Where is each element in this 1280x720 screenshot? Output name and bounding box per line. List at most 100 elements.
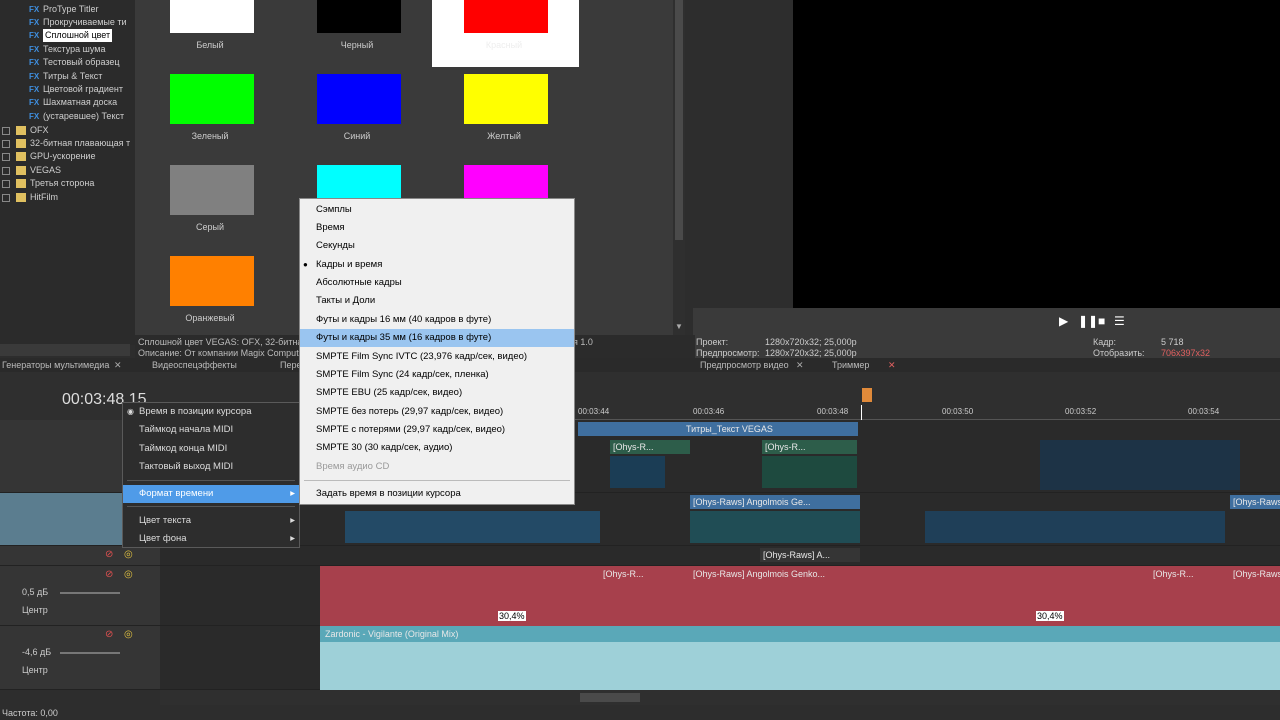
submenu-arrow-icon: ▸	[290, 488, 295, 499]
swatch-yellow[interactable]	[464, 74, 548, 124]
expand-icon[interactable]	[2, 126, 10, 135]
solo-icon[interactable]: ◎	[124, 629, 133, 640]
menu-item-midi-end[interactable]: Таймкод конца MIDI	[123, 440, 299, 458]
track-head-audio-1[interactable]: ⊘ ◎ 0,5 дБ Центр	[0, 566, 160, 626]
music-waveform	[320, 642, 1280, 690]
scroll-thumb[interactable]	[580, 693, 640, 702]
menu-item-feet-16mm[interactable]: Футы и кадры 16 мм (40 кадров в футе)	[300, 311, 574, 329]
cursor-marker[interactable]	[862, 388, 872, 402]
tree-item-selected[interactable]: FX Сплошной цвет	[29, 29, 113, 42]
swatch-white[interactable]	[170, 0, 254, 33]
tree-item[interactable]: FX ProType Titler	[29, 3, 99, 16]
tree-item[interactable]: FX Прокручиваемые ти	[29, 16, 127, 29]
swatch-orange[interactable]	[170, 256, 254, 306]
menu-item-smpte-30[interactable]: SMPTE 30 (30 кадр/сек, аудио)	[300, 439, 574, 457]
swatch-green[interactable]	[170, 74, 254, 124]
music-clip-label: Zardonic - Vigilante (Original Mix)	[325, 629, 459, 639]
expand-icon[interactable]	[2, 193, 10, 202]
tree-folder[interactable]: Третья сторона	[0, 177, 94, 190]
menu-item-set-time-at-cursor[interactable]: Задать время в позиции курсора	[300, 485, 574, 503]
tab-video-fx[interactable]: Видеоспецэффекты	[152, 360, 237, 370]
menu-item-frames-time[interactable]: ● Кадры и время	[300, 256, 574, 274]
tab-video-preview[interactable]: Предпросмотр видео	[700, 360, 789, 370]
scroll-thumb[interactable]	[675, 0, 683, 240]
video-clip[interactable]: [Ohys-Raws] Angolmois Ge...	[690, 495, 860, 509]
tree-item[interactable]: FX Текстура шума	[29, 43, 105, 56]
folder-icon	[16, 126, 26, 135]
swatch-red[interactable]	[464, 0, 548, 33]
tree-folder[interactable]: GPU-ускорение	[0, 150, 95, 163]
menu-item-feet-35mm[interactable]: Футы и кадры 35 мм (16 кадров в футе)	[300, 329, 574, 347]
mute-icon[interactable]: ⊘	[105, 569, 113, 580]
track-head-audio-2[interactable]: ⊘ ◎ -4,6 дБ Центр	[0, 626, 160, 690]
tree-folder[interactable]: OFX	[0, 124, 49, 137]
menu-item-text-color[interactable]: Цвет текста ▸	[123, 512, 299, 530]
menu-item-samples[interactable]: Сэмплы	[300, 201, 574, 219]
stop-icon[interactable]: ■	[1098, 314, 1105, 328]
play-icon[interactable]: ▶	[1059, 314, 1068, 328]
tab-trimmer[interactable]: Триммер	[832, 360, 869, 370]
menu-item-time[interactable]: Время	[300, 219, 574, 237]
menu-item-measures-beats[interactable]: Такты и Доли	[300, 292, 574, 310]
menu-item-cursor-time[interactable]: ◉ Время в позиции курсора	[123, 403, 299, 421]
menu-item-midi-clock[interactable]: Тактовый выход MIDI	[123, 458, 299, 476]
menu-item-smpte-ebu[interactable]: SMPTE EBU (25 кадр/сек, видео)	[300, 384, 574, 402]
video-clip[interactable]: [Ohys-R...	[610, 440, 690, 454]
menu-item-seconds[interactable]: Секунды	[300, 237, 574, 255]
menu-item-smpte-ivtc[interactable]: SMPTE Film Sync IVTC (23,976 кадр/сек, в…	[300, 348, 574, 366]
close-icon[interactable]: ✕	[796, 360, 804, 371]
video-clip[interactable]: [Ohys-Raws] A...	[760, 548, 860, 562]
title-clip[interactable]: Титры_Текст VEGAS	[578, 422, 858, 436]
mute-icon[interactable]: ⊘	[105, 549, 113, 560]
radio-icon: ●	[303, 260, 308, 269]
ruler-tick: 00:03:48	[817, 407, 849, 416]
swatch-blue[interactable]	[317, 74, 401, 124]
swatch-gray[interactable]	[170, 165, 254, 215]
tab-media-generators[interactable]: Генераторы мультимедиа	[2, 360, 109, 370]
solo-icon[interactable]: ◎	[124, 569, 133, 580]
menu-icon[interactable]: ☰	[1114, 314, 1125, 328]
volume-slider[interactable]	[60, 652, 120, 654]
menu-item-time-format[interactable]: Формат времени ▸	[123, 485, 299, 503]
solo-icon[interactable]: ◎	[124, 549, 133, 560]
folder-icon	[16, 139, 26, 148]
mute-icon[interactable]: ⊘	[105, 629, 113, 640]
swatch-vscroll[interactable]: ▼	[673, 0, 685, 335]
tree-hscroll[interactable]	[0, 344, 130, 356]
menu-item-smpte-non-drop[interactable]: SMPTE без потерь (29,97 кадр/сек, видео)	[300, 403, 574, 421]
tree-folder[interactable]: VEGAS	[0, 164, 61, 177]
ruler-tick: 00:03:46	[693, 407, 725, 416]
volume-slider[interactable]	[60, 592, 120, 594]
close-icon[interactable]: ✕	[888, 360, 896, 371]
fx-icon: FX	[29, 58, 40, 67]
tree-item[interactable]: FX Цветовой градиент	[29, 83, 123, 96]
scroll-down-icon[interactable]: ▼	[675, 322, 683, 331]
tree-item[interactable]: FX Титры & Текст	[29, 70, 102, 83]
timeline-hscroll[interactable]	[160, 690, 1280, 705]
menu-item-absolute-frames[interactable]: Абсолютные кадры	[300, 274, 574, 292]
expand-icon[interactable]	[2, 179, 10, 188]
tree-item[interactable]: FX (устаревшее) Текст	[29, 110, 124, 123]
swatch-black[interactable]	[317, 0, 401, 33]
tree-folder[interactable]: 32-битная плавающая т	[0, 137, 130, 150]
expand-icon[interactable]	[2, 139, 10, 148]
tree-folder[interactable]: HitFilm	[0, 191, 58, 204]
expand-icon[interactable]	[2, 152, 10, 161]
menu-item-smpte-film[interactable]: SMPTE Film Sync (24 кадр/сек, пленка)	[300, 366, 574, 384]
video-thumbnail	[925, 511, 1225, 543]
menu-separator	[127, 480, 295, 481]
display-label: Отобразить:	[1093, 348, 1145, 358]
video-clip[interactable]: [Ohys-R...	[762, 440, 857, 454]
menu-item-smpte-drop[interactable]: SMPTE с потерями (29,97 кадр/сек, видео)	[300, 421, 574, 439]
video-clip[interactable]: [Ohys-Raws	[1230, 495, 1280, 509]
tree-item[interactable]: FX Тестовый образец	[29, 56, 120, 69]
pause-icon[interactable]: ❚❚	[1078, 314, 1098, 328]
expand-icon[interactable]	[2, 166, 10, 175]
close-icon[interactable]: ✕	[114, 360, 122, 371]
menu-item-bg-color[interactable]: Цвет фона ▸	[123, 530, 299, 548]
menu-item-midi-start[interactable]: Таймкод начала MIDI	[123, 421, 299, 439]
audio-lane-1: [Ohys-R... [Ohys-Raws] Angolmois Genko..…	[160, 566, 1280, 626]
track-head-video-3[interactable]: ⊘ ◎	[0, 546, 160, 566]
fade-percent: 30,4%	[1036, 611, 1064, 621]
tree-item[interactable]: FX Шахматная доска	[29, 96, 117, 109]
